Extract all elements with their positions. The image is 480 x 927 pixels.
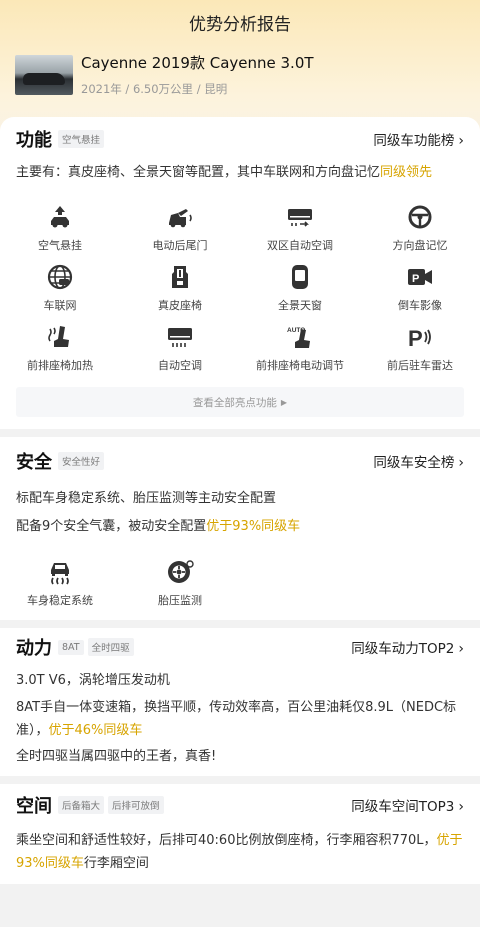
safety-desc-2: 配备9个安全气囊，被动安全配置优于93%同级车 xyxy=(0,515,480,538)
function-ranking-label: 同级车功能榜 xyxy=(373,133,455,149)
view-all-features-button[interactable]: 查看全部亮点功能 ▶ xyxy=(16,387,464,417)
stability-control-icon xyxy=(51,563,69,585)
panoramic-sunroof-icon xyxy=(292,265,308,289)
feature-parking-radar[interactable]: P 前后驻车雷达 xyxy=(360,323,480,383)
feature-reverse-camera[interactable]: P 倒车影像 xyxy=(360,263,480,323)
feature-dual-zone-ac[interactable]: 双区自动空调 xyxy=(240,203,360,263)
function-desc: 主要有：真皮座椅、全景天窗等配置，其中车联网和方向盘记忆同级领先 xyxy=(0,161,480,184)
feature-label: 电动后尾门 xyxy=(152,239,208,252)
feature-label: 倒车影像 xyxy=(398,299,442,312)
power-title: 动力 xyxy=(16,638,52,659)
space-ranking-label: 同级车空间TOP3 xyxy=(351,799,455,815)
feature-label: 双区自动空调 xyxy=(267,239,333,252)
feature-tire-pressure[interactable]: 胎压监测 xyxy=(120,558,240,618)
space-tag-trunk: 后备箱大 xyxy=(58,796,105,814)
svg-text:P: P xyxy=(412,273,419,285)
feature-label: 前排座椅电动调节 xyxy=(256,359,344,372)
power-tag-drivetrain: 全时四驱 xyxy=(87,638,134,656)
chevron-right-icon: › xyxy=(458,799,464,815)
feature-label: 胎压监测 xyxy=(158,594,202,607)
safety-title: 安全 xyxy=(16,452,52,473)
parking-radar-icon: P xyxy=(408,326,431,351)
space-tag-fold-seats: 后排可放倒 xyxy=(108,796,164,814)
feature-steering-memory[interactable]: 方向盘记忆 xyxy=(360,203,480,263)
feature-power-seat-adjust[interactable]: AUTO 前排座椅电动调节 xyxy=(240,323,360,383)
function-card: 功能 空气悬挂 同级车功能榜 › 主要有：真皮座椅、全景天窗等配置，其中车联网和方… xyxy=(0,117,480,429)
dual-zone-ac-icon xyxy=(288,209,312,227)
function-title: 功能 xyxy=(16,130,52,151)
space-desc: 乘坐空间和舒适性较好，后排可40:60比例放倒座椅，行李厢容积770L，优于93… xyxy=(0,829,480,875)
connected-car-icon xyxy=(47,264,73,290)
space-desc-tail: 行李厢空间 xyxy=(83,856,149,871)
reverse-camera-icon: P xyxy=(408,269,432,285)
empty-slot xyxy=(240,558,360,618)
car-summary[interactable]: Cayenne 2019款 Cayenne 3.0T 2021年 / 6.50万… xyxy=(15,52,314,97)
power-tailgate-icon xyxy=(169,209,192,228)
feature-power-tailgate[interactable]: 电动后尾门 xyxy=(120,203,240,263)
feature-panoramic-sunroof[interactable]: 全景天窗 xyxy=(240,263,360,323)
power-desc-2: 8AT手自一体变速箱，换挡平顺，传动效率高，百公里油耗仅8.9L（NEDC标准）… xyxy=(0,696,480,742)
view-all-features-label: 查看全部亮点功能 xyxy=(192,396,277,409)
safety-tag: 安全性好 xyxy=(58,452,105,470)
safety-desc-1: 标配车身稳定系统、胎压监测等主动安全配置 xyxy=(16,491,277,506)
function-desc-highlight: 同级领先 xyxy=(380,165,433,180)
feature-label: 车身稳定系统 xyxy=(27,594,93,607)
power-seat-adjust-icon: AUTO xyxy=(287,327,310,348)
feature-air-suspension[interactable]: 空气悬挂 xyxy=(0,203,120,263)
power-desc-2-highlight: 优于46%同级车 xyxy=(48,723,143,738)
triangle-right-icon: ▶ xyxy=(280,397,288,407)
power-tag-transmission: 8AT xyxy=(58,639,84,655)
chevron-right-icon: › xyxy=(458,133,464,149)
space-desc-text: 乘坐空间和舒适性较好，后排可40:60比例放倒座椅，行李厢容积770L， xyxy=(16,833,437,848)
power-card: 动力 8AT 全时四驱 同级车动力TOP2 › 3.0T V6，涡轮增压发动机 8… xyxy=(0,628,480,776)
car-meta: 2021年 / 6.50万公里 / 昆明 xyxy=(81,82,228,96)
page-title: 优势分析报告 xyxy=(189,14,291,35)
power-desc-1: 3.0T V6，涡轮增压发动机 xyxy=(16,673,170,688)
feature-label: 空气悬挂 xyxy=(38,239,82,252)
steering-memory-icon xyxy=(408,205,432,229)
chevron-right-icon: › xyxy=(458,641,464,657)
feature-label: 前后驻车雷达 xyxy=(387,359,453,372)
empty-slot xyxy=(360,558,480,618)
safety-card: 安全 安全性好 同级车安全榜 › 标配车身稳定系统、胎压监测等主动安全配置 配备9… xyxy=(0,437,480,620)
feature-label: 真皮座椅 xyxy=(158,299,202,312)
feature-stability-control[interactable]: 车身稳定系统 xyxy=(0,558,120,618)
feature-leather-seat[interactable]: 真皮座椅 xyxy=(120,263,240,323)
feature-label: 自动空调 xyxy=(158,359,202,372)
car-title: Cayenne 2019款 Cayenne 3.0T xyxy=(81,54,314,72)
feature-label: 车联网 xyxy=(43,299,77,312)
feature-label: 全景天窗 xyxy=(278,299,322,312)
space-card: 空间 后备箱大 后排可放倒 同级车空间TOP3 › 乘坐空间和舒适性较好，后排可4… xyxy=(0,784,480,884)
power-desc-3: 全时四驱当属四驱中的王者，真香! xyxy=(16,749,217,764)
feature-label: 前排座椅加热 xyxy=(27,359,93,372)
seat-heating-icon xyxy=(48,326,69,347)
svg-text:P: P xyxy=(408,326,423,351)
space-title: 空间 xyxy=(16,796,52,817)
safety-feature-grid: 车身稳定系统 胎压监测 xyxy=(0,558,480,618)
car-thumbnail xyxy=(15,54,73,95)
function-feature-grid: 空气悬挂 电动后尾门 双区自动空调 方向盘记忆 车联网 真皮座椅 全景天窗 P xyxy=(0,203,480,383)
air-suspension-icon xyxy=(51,206,69,228)
function-desc-text: 主要有：真皮座椅、全景天窗等配置，其中车联网和方向盘记忆 xyxy=(16,165,381,180)
tire-pressure-icon xyxy=(168,560,194,583)
function-ranking-link[interactable]: 同级车功能榜 › xyxy=(373,129,464,149)
feature-auto-ac[interactable]: 自动空调 xyxy=(120,323,240,383)
feature-seat-heating[interactable]: 前排座椅加热 xyxy=(0,323,120,383)
page-header: 优势分析报告 xyxy=(0,0,480,44)
power-ranking-link[interactable]: 同级车动力TOP2 › xyxy=(351,637,464,657)
feature-label: 方向盘记忆 xyxy=(392,239,448,252)
safety-ranking-label: 同级车安全榜 xyxy=(373,455,455,471)
function-tag: 空气悬挂 xyxy=(58,130,105,148)
safety-ranking-link[interactable]: 同级车安全榜 › xyxy=(373,451,464,471)
safety-desc-2-highlight: 优于93%同级车 xyxy=(206,519,301,534)
feature-connected-car[interactable]: 车联网 xyxy=(0,263,120,323)
space-ranking-link[interactable]: 同级车空间TOP3 › xyxy=(351,795,464,815)
chevron-right-icon: › xyxy=(458,455,464,471)
leather-seat-icon xyxy=(172,266,188,288)
power-ranking-label: 同级车动力TOP2 xyxy=(351,641,455,657)
safety-desc-2-text: 配备9个安全气囊，被动安全配置 xyxy=(16,519,207,534)
auto-ac-icon xyxy=(168,328,192,347)
